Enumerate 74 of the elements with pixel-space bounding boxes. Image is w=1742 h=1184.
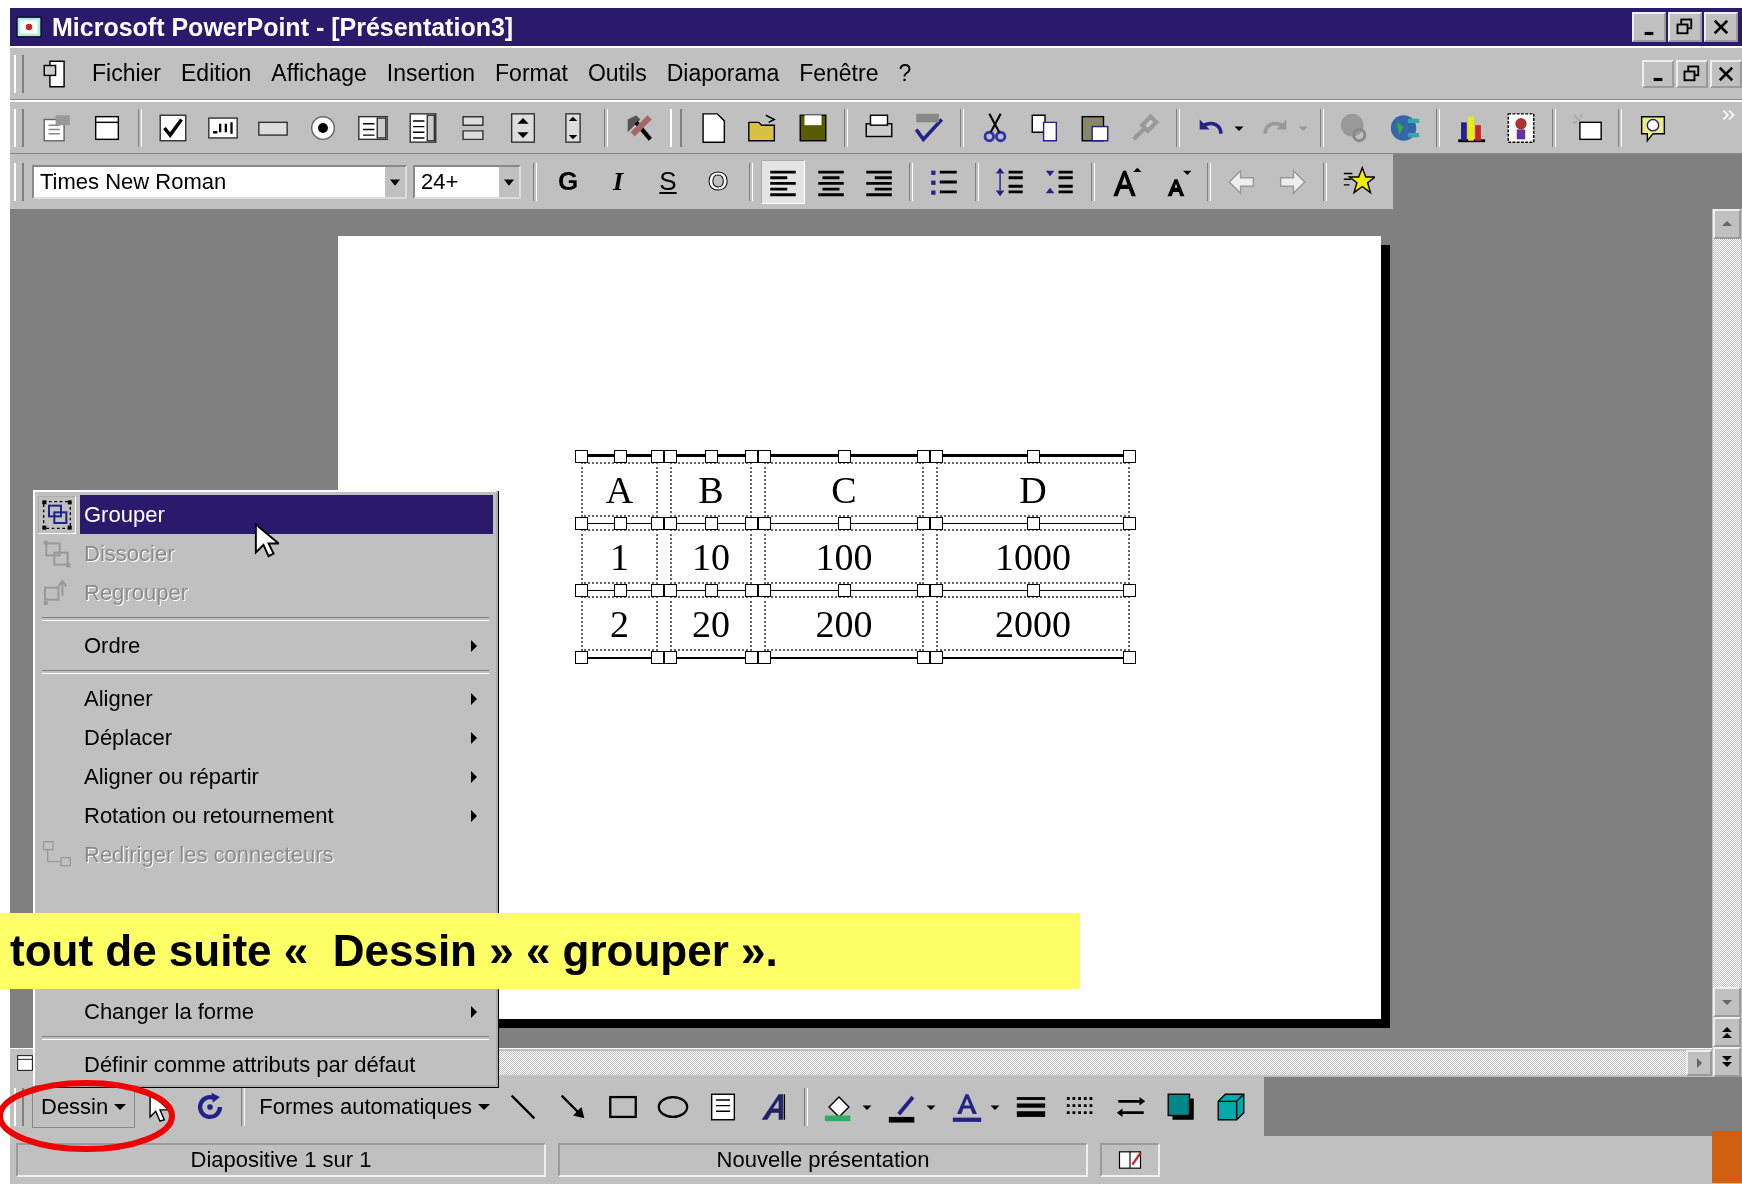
minimize-button[interactable] <box>1642 59 1674 88</box>
group-icon <box>41 498 73 531</box>
table-cell: 1000 <box>995 538 1071 576</box>
previous-slide-button[interactable] <box>1713 1017 1741 1047</box>
format-button[interactable]: S <box>646 161 690 202</box>
close-button[interactable] <box>1704 12 1738 42</box>
format-button[interactable]: I <box>596 161 640 202</box>
caret-icon <box>385 166 405 197</box>
table-cell: A <box>605 471 634 509</box>
scroll-down-button[interactable] <box>1713 987 1741 1017</box>
table-cell: B <box>698 471 724 509</box>
mouse-pointer-icon <box>253 522 279 560</box>
menu-item[interactable]: Aligner ou répartir <box>38 757 493 796</box>
restore-icon <box>1682 63 1702 84</box>
format-button[interactable]: G <box>546 161 590 202</box>
submenu-arrow-icon <box>469 768 479 785</box>
scroll-up-button[interactable] <box>1713 209 1741 239</box>
menu-item[interactable]: ? <box>888 60 922 87</box>
minimize-button[interactable] <box>1632 12 1666 42</box>
menu-item[interactable]: Rotation ou retournement <box>38 796 493 835</box>
menu-item[interactable]: Diaporama <box>656 60 790 87</box>
close-icon <box>1711 17 1731 37</box>
menu-item[interactable]: Fenêtre <box>789 60 889 87</box>
caret-icon <box>114 1103 127 1110</box>
table-cell: 1 <box>610 538 629 576</box>
menu-item[interactable]: Outils <box>577 60 657 87</box>
menu-item[interactable]: Changer la forme <box>38 992 493 1031</box>
menu-item[interactable]: Insertion <box>376 60 486 87</box>
submenu-arrow-icon <box>469 690 479 707</box>
restore-icon <box>1675 17 1695 37</box>
font-dropdown[interactable]: Times New Roman <box>32 164 407 199</box>
window-title: Microsoft PowerPoint - [Présentation3] <box>52 12 514 42</box>
menu-item[interactable]: Déplacer <box>38 718 493 757</box>
submenu-arrow-icon <box>469 729 479 746</box>
status-slide-number: Diapositive 1 sur 1 <box>16 1142 546 1177</box>
table-cell: C <box>831 471 857 509</box>
menu-item[interactable]: Définir comme attributs par défaut <box>38 1045 493 1084</box>
toolbar-grip[interactable] <box>14 1087 24 1126</box>
menu-item[interactable]: Aligner <box>38 679 493 718</box>
caret-icon <box>478 1103 490 1110</box>
caret-icon <box>499 166 519 197</box>
table-cell: 200 <box>815 605 873 643</box>
font-size-dropdown[interactable]: 24+ <box>413 164 521 199</box>
restore-button[interactable] <box>1676 59 1708 88</box>
menu-item[interactable]: Affichage <box>261 60 377 87</box>
next-slide-button[interactable] <box>1713 1047 1741 1077</box>
close-button[interactable] <box>1710 59 1742 88</box>
menu-item[interactable]: Fichier <box>82 60 171 87</box>
table-cell: 20 <box>692 605 730 643</box>
normal-view-icon[interactable] <box>14 1052 36 1074</box>
submenu-arrow-icon <box>469 807 479 824</box>
caption-text: tout de suite « Dessin » « grouper ». <box>10 926 778 976</box>
toolbar-grip[interactable] <box>14 108 24 147</box>
table-cell: 10 <box>692 538 730 576</box>
submenu-arrow-icon <box>469 637 479 654</box>
align-button[interactable] <box>761 159 805 204</box>
toolbar-grip[interactable] <box>14 54 24 93</box>
submenu-arrow-icon <box>469 1003 479 1020</box>
menu-item[interactable]: Ordre <box>38 626 493 665</box>
vertical-scrollbar[interactable] <box>1712 209 1742 1077</box>
menu-item[interactable]: Edition <box>171 60 262 87</box>
app-icon <box>14 14 44 40</box>
toolbar-grip[interactable] <box>14 162 24 201</box>
table-cell: 2 <box>610 605 629 643</box>
toolbar-grip[interactable] <box>670 108 682 147</box>
minimize-icon <box>1652 77 1664 82</box>
status-design-name: Nouvelle présentation <box>558 1142 1088 1177</box>
table-cell: D <box>1019 471 1047 509</box>
menu-item[interactable]: Format <box>485 60 578 87</box>
restore-button[interactable] <box>1668 12 1702 42</box>
table-cell: 100 <box>815 538 873 576</box>
scroll-right-button[interactable] <box>1686 1050 1712 1076</box>
minimize-icon <box>1643 30 1655 36</box>
table-cell: 2000 <box>995 605 1071 643</box>
